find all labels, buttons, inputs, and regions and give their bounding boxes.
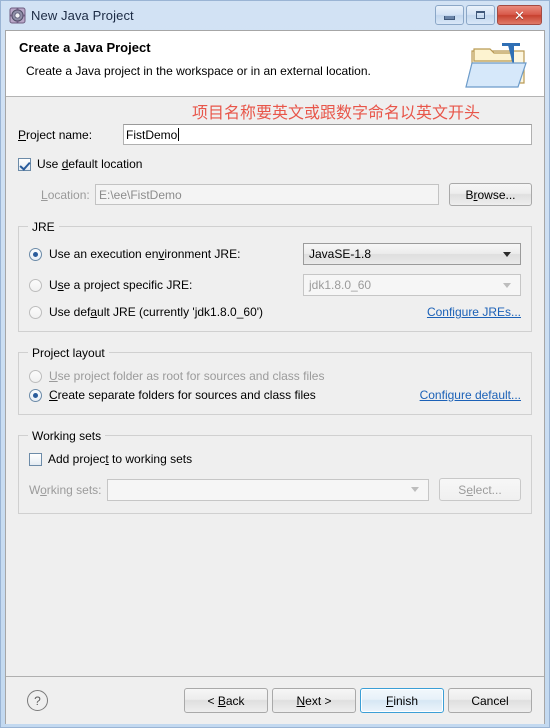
location-row: Location: E:\ee\FistDemo Browse... (18, 183, 532, 206)
project-name-value: FistDemo (126, 127, 178, 142)
jre-group: JRE Use an execution environment JRE: Ja… (18, 220, 532, 332)
configure-default-link[interactable]: Configure default... (420, 388, 521, 402)
jre-execution-environment-label: Use an execution environment JRE: (49, 247, 241, 261)
location-input[interactable]: E:\ee\FistDemo (95, 184, 439, 205)
select-working-sets-button: Select... (439, 478, 521, 501)
help-icon[interactable]: ? (27, 690, 48, 711)
close-icon: ✕ (514, 7, 525, 23)
use-default-location-checkbox[interactable] (18, 157, 31, 171)
jre-default-radio[interactable] (29, 305, 42, 319)
layout-option-separate-folders[interactable]: Create separate folders for sources and … (29, 388, 521, 402)
configure-jres-link[interactable]: Configure JREs... (427, 305, 521, 319)
jre-project-specific-radio[interactable] (29, 278, 42, 292)
wizard-banner: Create a Java Project Create a Java proj… (6, 31, 544, 97)
chevron-down-icon (411, 487, 419, 492)
jre-execution-environment-radio[interactable] (29, 247, 42, 261)
navigation-buttons: < Back Next > Finish Cancel (184, 688, 532, 713)
window-title: New Java Project (31, 8, 134, 23)
working-sets-group-title: Working sets (28, 429, 106, 443)
browse-button[interactable]: Browse... (449, 183, 532, 206)
location-value: E:\ee\FistDemo (99, 187, 182, 202)
jre-group-title: JRE (28, 220, 59, 234)
layout-option-project-folder[interactable]: Use project folder as root for sources a… (29, 369, 521, 383)
next-label: Next > (296, 693, 332, 708)
project-specific-jre-value: jdk1.8.0_60 (309, 278, 372, 292)
jre-default-label: Use default JRE (currently 'jdk1.8.0_60'… (49, 305, 264, 319)
back-label: < Back (207, 693, 245, 708)
layout-project-folder-radio[interactable] (29, 369, 42, 383)
select-label: Select... (458, 482, 502, 497)
jre-project-specific-label: Use a project specific JRE: (49, 278, 193, 292)
add-to-working-sets-label: Add project to working sets (48, 452, 193, 466)
dialog-button-bar: ? < Back Next > Finish Cancel (6, 676, 544, 724)
title-bar[interactable]: New Java Project ✕ (5, 1, 545, 30)
jre-option-execution-environment[interactable]: Use an execution environment JRE: JavaSE… (29, 243, 521, 265)
maximize-icon (476, 11, 485, 19)
working-sets-group: Working sets Add project to working sets… (18, 429, 532, 514)
add-to-working-sets-checkbox[interactable] (29, 452, 42, 466)
chevron-down-icon (503, 282, 511, 288)
minimize-icon (444, 15, 455, 20)
use-default-location-label: Use default location (37, 157, 143, 171)
close-button[interactable]: ✕ (497, 5, 542, 25)
minimize-button[interactable] (435, 5, 464, 25)
java-project-folder-icon (464, 37, 536, 93)
project-name-row: Project name: FistDemo (18, 97, 532, 145)
browse-label: Browse... (465, 187, 516, 202)
execution-environment-value: JavaSE-1.8 (309, 247, 372, 261)
project-name-label: Project name: (18, 127, 93, 142)
cancel-button[interactable]: Cancel (448, 688, 532, 713)
use-default-location-row[interactable]: Use default location (18, 157, 532, 171)
maximize-button[interactable] (466, 5, 495, 25)
dialog-window: New Java Project ✕ Create a Java Project… (0, 0, 550, 728)
add-to-working-sets-row[interactable]: Add project to working sets (29, 452, 521, 466)
next-button[interactable]: Next > (272, 688, 356, 713)
working-sets-row: Working sets: Select... (29, 478, 521, 501)
back-button[interactable]: < Back (184, 688, 268, 713)
location-label: Location: (41, 187, 90, 202)
dialog-client-area: Create a Java Project Create a Java proj… (5, 30, 545, 724)
cancel-label: Cancel (471, 693, 509, 708)
project-specific-jre-combo: jdk1.8.0_60 (303, 274, 521, 296)
working-sets-label: Working sets: (29, 482, 102, 497)
new-java-project-icon (9, 7, 26, 24)
working-sets-combo (107, 478, 429, 501)
finish-button[interactable]: Finish (360, 688, 444, 713)
execution-environment-combo[interactable]: JavaSE-1.8 (303, 243, 521, 265)
finish-label: Finish (385, 693, 419, 708)
project-layout-group: Project layout Use project folder as roo… (18, 346, 532, 415)
text-caret (178, 128, 180, 141)
layout-project-folder-label: Use project folder as root for sources a… (49, 369, 325, 383)
project-name-input[interactable]: FistDemo (123, 124, 532, 145)
layout-separate-folders-radio[interactable] (29, 388, 42, 402)
layout-separate-folders-label: Create separate folders for sources and … (49, 388, 316, 402)
chevron-down-icon (503, 251, 511, 257)
jre-option-project-specific[interactable]: Use a project specific JRE: jdk1.8.0_60 (29, 274, 521, 296)
project-layout-group-title: Project layout (28, 346, 109, 360)
jre-option-default[interactable]: Use default JRE (currently 'jdk1.8.0_60'… (29, 305, 521, 319)
window-controls: ✕ (435, 5, 542, 25)
wizard-form: 项目名称要英文或跟数字命名以英文开头 Project name: FistDem… (6, 97, 544, 514)
